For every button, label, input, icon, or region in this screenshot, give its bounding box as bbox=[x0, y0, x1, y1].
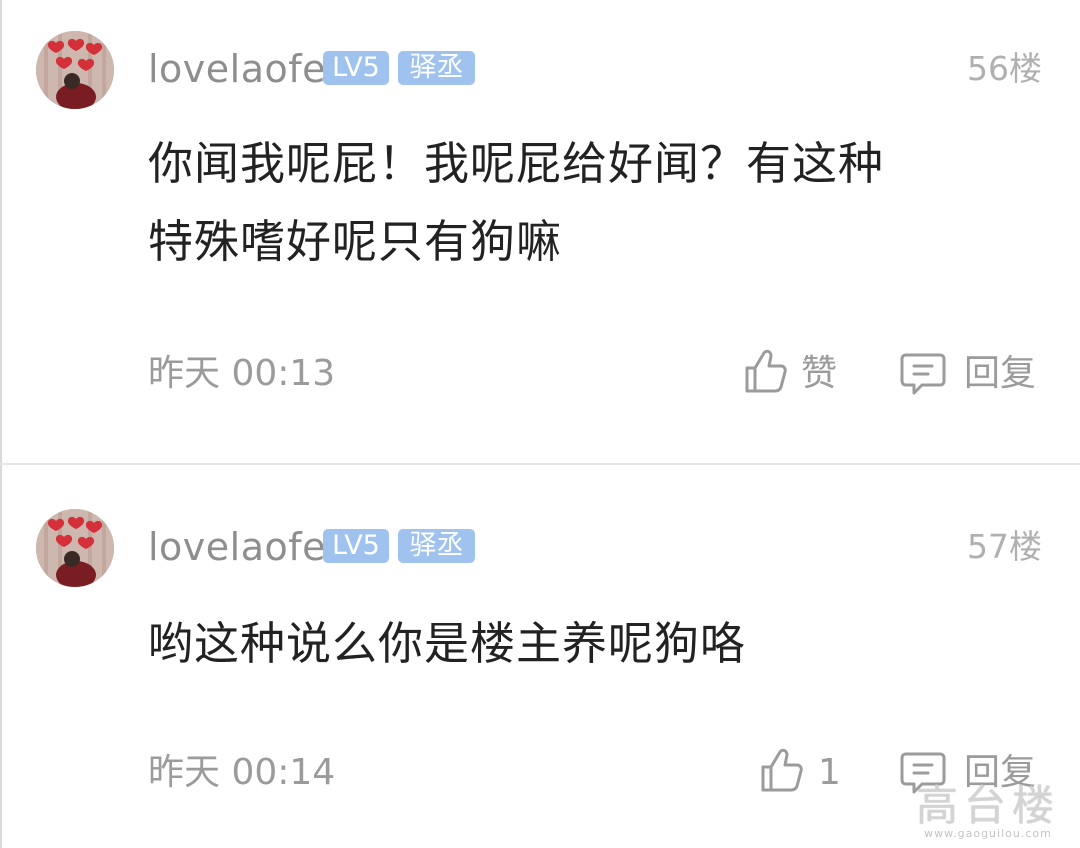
post-time: 昨天 00:13 bbox=[148, 353, 336, 394]
floor-number: 56楼 bbox=[967, 49, 1042, 88]
floor-number: 57楼 bbox=[967, 527, 1042, 566]
avatar-image bbox=[36, 31, 114, 109]
username[interactable]: lovelaofe bbox=[148, 50, 326, 88]
thumbs-up-icon[interactable] bbox=[744, 348, 788, 398]
post-content: 哟这种说么你是楼主养呢狗咯 bbox=[148, 605, 1028, 683]
site-watermark: 高台楼 www.gaoguilou.com bbox=[915, 781, 1060, 841]
thumbs-up-icon[interactable] bbox=[760, 747, 804, 797]
reply-button[interactable]: 回复 bbox=[964, 356, 1036, 392]
title-badge: 驿丞 bbox=[398, 51, 475, 85]
username[interactable]: lovelaofe bbox=[148, 528, 326, 566]
avatar[interactable] bbox=[36, 509, 114, 587]
avatar-image bbox=[36, 509, 114, 587]
post-56: lovelaofe LV5 驿丞 56楼 你闻我呢屁！我呢屁给好闻？有这种 特殊… bbox=[0, 0, 1080, 463]
avatar[interactable] bbox=[36, 31, 114, 109]
level-badge: LV5 bbox=[323, 51, 389, 85]
watermark-title: 高台楼 bbox=[915, 781, 1060, 830]
like-count[interactable]: 1 bbox=[818, 755, 841, 791]
title-badge: 驿丞 bbox=[398, 529, 475, 563]
watermark-url: www.gaoguilou.com bbox=[924, 827, 1052, 840]
level-badge: LV5 bbox=[323, 529, 389, 563]
like-button[interactable]: 赞 bbox=[801, 356, 837, 392]
comment-icon[interactable] bbox=[900, 351, 946, 401]
post-time: 昨天 00:14 bbox=[148, 752, 336, 793]
content-line: 哟这种说么你是楼主养呢狗咯 bbox=[148, 617, 747, 670]
post-content: 你闻我呢屁！我呢屁给好闻？有这种 特殊嗜好呢只有狗嘛 bbox=[148, 125, 1028, 281]
content-line: 你闻我呢屁！我呢屁给好闻？有这种 bbox=[148, 137, 885, 190]
content-line: 特殊嗜好呢只有狗嘛 bbox=[148, 215, 563, 268]
